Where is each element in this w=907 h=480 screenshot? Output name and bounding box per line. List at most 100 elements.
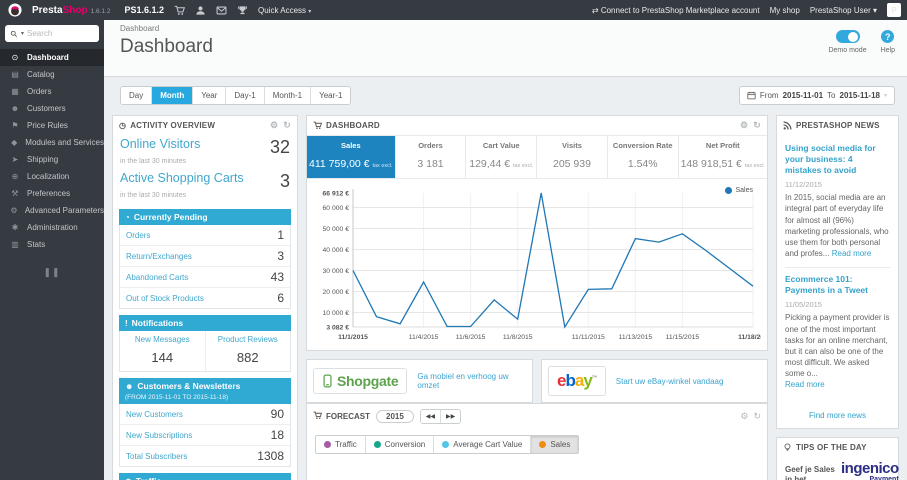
range-month-button[interactable]: Month <box>151 87 193 104</box>
orders-icon: ▦ <box>11 87 19 96</box>
toggle-conversion[interactable]: Conversion <box>364 436 434 453</box>
average-cart-value-dot-icon <box>442 441 450 448</box>
legend-dot <box>725 187 733 194</box>
sidebar-item-price-rules[interactable]: ⚑ Price Rules <box>0 117 104 134</box>
pending-section-header: ◔ Currently Pending <box>119 209 291 225</box>
sidebar-search[interactable]: ▾ <box>5 25 99 42</box>
kpi-orders[interactable]: Orders 3 181 <box>394 136 466 178</box>
chart-legend-sales[interactable]: Sales <box>725 187 753 194</box>
kpi-visits[interactable]: Visits 205 939 <box>536 136 607 178</box>
kpi-net-profit[interactable]: Net Profit 148 918,51 € tax excl. <box>677 136 767 178</box>
list-item: Orders 1 <box>120 225 290 246</box>
user-avatar[interactable]: P <box>887 3 901 17</box>
chevron-down-icon: ▾ <box>872 5 877 15</box>
customers-section-daterange: (FROM 2015-11-01 TO 2015-11-18) <box>119 394 291 404</box>
page-title: Dashboard <box>120 36 213 57</box>
sidebar-collapse-toggle[interactable]: ❚❚ <box>0 267 104 278</box>
read-more-link[interactable]: Read more <box>785 380 825 389</box>
sidebar-item-stats[interactable]: ▥ Stats <box>0 236 104 253</box>
kpi-conversion-rate[interactable]: Conversion Rate 1.54% <box>606 136 678 178</box>
panel-refresh-icon[interactable]: ↻ <box>283 121 291 130</box>
svg-text:11/8/2015: 11/8/2015 <box>503 334 533 341</box>
search-input[interactable] <box>27 29 94 38</box>
svg-text:3 082 €: 3 082 € <box>326 324 349 331</box>
date-range-picker[interactable]: From 2015-11-01 To 2015-11-18 ▾ <box>738 86 895 105</box>
svg-text:11/18/201: 11/18/201 <box>738 334 761 341</box>
customer-icon[interactable] <box>195 5 206 16</box>
pending-orders-link[interactable]: Orders <box>126 231 150 240</box>
sidebar-item-localization[interactable]: ⊕ Localization <box>0 168 104 185</box>
new-customers-link[interactable]: New Customers <box>126 410 183 419</box>
read-more-link[interactable]: Read more <box>832 249 872 258</box>
sidebar-item-modules[interactable]: ◆ Modules and Services <box>0 134 104 151</box>
date-to-value: 2015-11-18 <box>839 91 880 100</box>
out-of-stock-link[interactable]: Out of Stock Products <box>126 294 204 303</box>
product-reviews-cell[interactable]: Product Reviews 882 <box>204 331 291 371</box>
toggle-average-cart-value[interactable]: Average Cart Value <box>433 436 531 453</box>
my-shop-link[interactable]: My shop <box>770 6 800 15</box>
panel-refresh-icon[interactable]: ↻ <box>753 412 761 421</box>
panel-settings-icon[interactable]: ⚙ <box>740 121 748 130</box>
panel-settings-icon[interactable]: ⚙ <box>270 121 278 130</box>
prestashop-logo-icon[interactable] <box>8 3 22 17</box>
total-subscribers-link[interactable]: Total Subscribers <box>126 452 187 461</box>
svg-text:11/11/2015: 11/11/2015 <box>572 334 605 341</box>
shopgate-phone-icon <box>322 373 333 389</box>
range-year-1-button[interactable]: Year-1 <box>310 87 351 104</box>
new-subscriptions-link[interactable]: New Subscriptions <box>126 431 192 440</box>
find-more-news-link[interactable]: Find more news <box>777 405 898 428</box>
messages-icon[interactable] <box>216 5 227 16</box>
sidebar-item-preferences[interactable]: ⚒ Preferences <box>0 185 104 202</box>
breadcrumb[interactable]: Dashboard <box>120 24 213 33</box>
date-toolbar: Day Month Year Day-1 Month-1 Year-1 From… <box>104 77 907 107</box>
sidebar-item-administration[interactable]: ✱ Administration <box>0 219 104 236</box>
range-day-button[interactable]: Day <box>121 87 152 104</box>
sidebar-item-advanced-parameters[interactable]: ⚙ Advanced Parameters <box>0 202 104 219</box>
shopgate-logo: Shopgate <box>313 368 408 394</box>
panel-settings-icon[interactable]: ⚙ <box>740 412 748 421</box>
abandoned-carts-link[interactable]: Abandoned Carts <box>126 273 188 282</box>
toggle-sales[interactable]: Sales <box>530 436 579 453</box>
activity-panel-title: ACTIVITY OVERVIEW <box>130 121 216 130</box>
forecast-next-button[interactable]: ▶▶ <box>440 410 461 423</box>
prestashop-news-panel: PRESTASHOP NEWS Using social media for y… <box>776 115 899 429</box>
trophy-icon[interactable] <box>237 5 248 16</box>
customers-list: New Customers 90 New Subscriptions 18 Tota… <box>119 404 291 467</box>
online-visitors-link[interactable]: Online Visitors <box>120 137 200 151</box>
search-scope-caret-icon[interactable]: ▾ <box>21 30 24 37</box>
range-month-1-button[interactable]: Month-1 <box>263 87 311 104</box>
news-article-title-link[interactable]: Using social media for your business: 4 … <box>785 143 890 176</box>
sidebar-item-customers[interactable]: ☻ Customers <box>0 100 104 117</box>
new-messages-cell[interactable]: New Messages 144 <box>120 331 205 371</box>
sidebar-item-catalog[interactable]: ▤ Catalog <box>0 66 104 83</box>
list-item: New Subscriptions 18 <box>120 425 290 446</box>
cart-icon[interactable] <box>174 5 185 16</box>
brand-shop: Shop <box>62 4 88 16</box>
news-article-title-link[interactable]: Ecommerce 101: Payments in a Tweet <box>785 274 890 296</box>
demo-mode-toggle[interactable] <box>835 30 860 43</box>
sidebar-nav: ⊙ Dashboard ▤ Catalog ▦ Orders ☻ Customers ⚑… <box>0 49 104 253</box>
marketplace-connect-link[interactable]: ⇄ Connect to PrestaShop Marketplace acco… <box>592 6 760 15</box>
shopgate-module: Shopgate Ga mobiel en verhoog uw omzet <box>306 359 533 403</box>
sidebar-item-orders[interactable]: ▦ Orders <box>0 83 104 100</box>
help-button[interactable]: ? <box>881 30 895 43</box>
shopgate-promo-link[interactable]: Ga mobiel en verhoog uw omzet <box>417 372 526 390</box>
brand-link[interactable]: PrestaShop 1.6.1.2 <box>32 5 110 16</box>
panel-refresh-icon[interactable]: ↻ <box>753 121 761 130</box>
sidebar-item-dashboard[interactable]: ⊙ Dashboard <box>0 49 104 66</box>
quick-access-menu[interactable]: Quick Access ▾ <box>258 6 311 15</box>
kpi-sales[interactable]: Sales 411 759,00 € tax excl. <box>307 136 395 178</box>
forecast-prev-button[interactable]: ◀◀ <box>420 410 441 423</box>
kpi-cart-value[interactable]: Cart Value 129,44 € tax excl. <box>465 136 536 178</box>
user-menu[interactable]: PrestaShop User ▾ <box>810 6 877 15</box>
range-day-1-button[interactable]: Day-1 <box>225 87 264 104</box>
ebay-promo-link[interactable]: Start uw eBay-winkel vandaag <box>616 377 724 386</box>
range-year-button[interactable]: Year <box>192 87 226 104</box>
chevron-down-icon: ▾ <box>308 8 312 15</box>
active-carts-link[interactable]: Active Shopping Carts <box>120 171 244 185</box>
sidebar-item-shipping[interactable]: ➤ Shipping <box>0 151 104 168</box>
pending-returns-link[interactable]: Return/Exchanges <box>126 252 192 261</box>
toggle-traffic[interactable]: Traffic <box>316 436 365 453</box>
news-article: Using social media for your business: 4 … <box>785 137 890 269</box>
user-name: PrestaShop User <box>809 5 871 15</box>
